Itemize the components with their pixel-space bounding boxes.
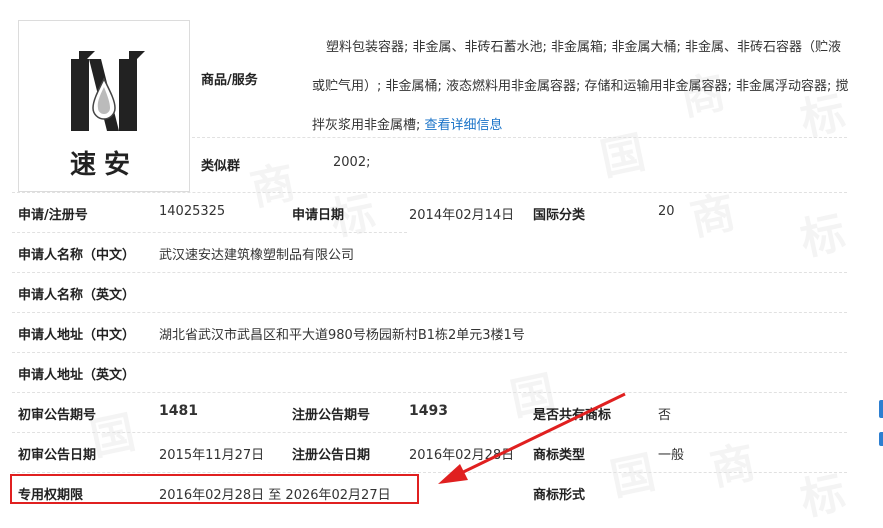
address-cn-label: 申请人地址（中文） (18, 328, 136, 343)
goods-list: 塑料包装容器; 非金属、非砖石蓄水池; 非金属箱; 非金属大桶; 非金属、非砖石… (312, 28, 852, 145)
shared-value: 否 (658, 408, 672, 423)
applicant-cn-label: 申请人名称（中文） (18, 248, 136, 263)
reg-no-label: 申请/注册号 (18, 208, 88, 223)
watermark-char: 标 (794, 456, 850, 528)
watermark-char: 商 (704, 426, 760, 498)
intl-class-value: 20 (658, 204, 675, 219)
trademark-image[interactable]: 速安 (18, 20, 190, 192)
view-details-link[interactable]: 查看详细信息 (425, 118, 503, 133)
goods-text: 塑料包装容器; 非金属、非砖石蓄水池; 非金属箱; 非金属大桶; 非金属、非砖石… (312, 40, 849, 133)
similar-group-value: 2002; (333, 155, 371, 170)
reg-pub-date-label: 注册公告日期 (292, 448, 371, 463)
highlight-box (10, 474, 419, 504)
tm-type-value: 一般 (658, 448, 685, 463)
prelim-date-value: 2015年11月27日 (159, 448, 265, 463)
address-cn-value: 湖北省武汉市武昌区和平大道980号杨园新村B1栋2单元3楼1号 (159, 328, 525, 343)
apply-date-label: 申请日期 (292, 208, 345, 223)
goods-label: 商品/服务 (201, 73, 258, 88)
apply-date-value: 2014年02月14日 (409, 208, 515, 223)
prelim-no-value: 1481 (159, 403, 198, 419)
annotation-arrow-icon (438, 392, 626, 484)
applicant-cn-value: 武汉速安达建筑橡塑制品有限公司 (159, 248, 355, 263)
reg-pub-no-label: 注册公告期号 (292, 408, 371, 423)
reg-no-value: 14025325 (159, 204, 226, 219)
address-en-label: 申请人地址（英文） (18, 368, 136, 383)
watermark-char: 标 (794, 196, 850, 268)
watermark-char: 商 (684, 176, 740, 248)
logo-text: 速安 (70, 150, 138, 180)
applicant-en-label: 申请人名称（英文） (18, 288, 136, 303)
prelim-no-label: 初审公告期号 (18, 408, 97, 423)
side-tab[interactable] (879, 432, 883, 446)
similar-group-label: 类似群 (201, 159, 241, 174)
side-tab[interactable] (879, 400, 883, 418)
trademark-logo: 速安 (70, 51, 145, 180)
prelim-date-label: 初审公告日期 (18, 448, 97, 463)
intl-class-label: 国际分类 (533, 208, 586, 223)
